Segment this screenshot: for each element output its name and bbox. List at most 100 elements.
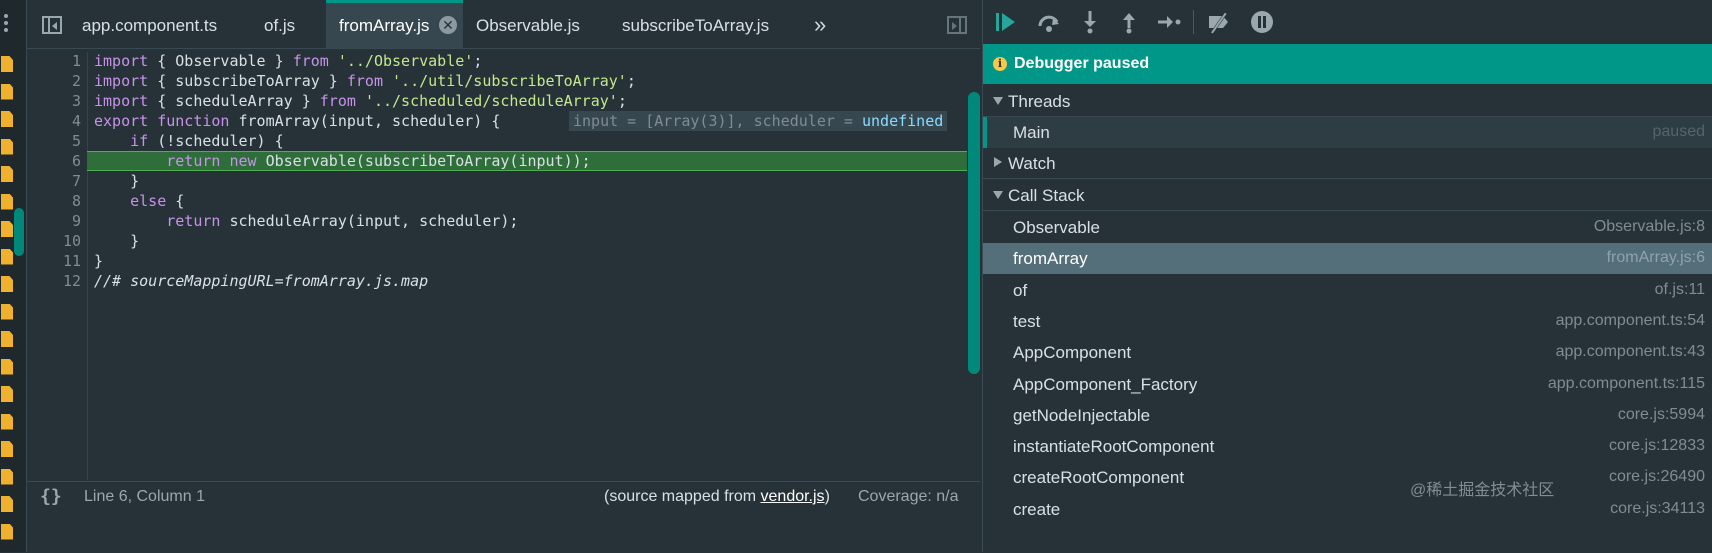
file-icon[interactable] (1, 111, 13, 127)
step-over-icon[interactable] (1035, 8, 1063, 36)
tab-observable-js[interactable]: Observable.js (476, 0, 580, 48)
call-stack-header[interactable]: Call Stack (983, 180, 1712, 211)
file-icon[interactable] (1, 496, 13, 512)
frame-location: of.js:11 (1654, 280, 1705, 298)
call-frame[interactable]: fromArray fromArray.js:6 (983, 243, 1712, 275)
thread-item-main[interactable]: Main paused (983, 117, 1712, 148)
frame-function-name: instantiateRootComponent (1013, 437, 1215, 457)
code-line: 10 } (62, 232, 140, 250)
file-icon[interactable] (1, 276, 13, 292)
deactivate-breakpoints-icon[interactable] (1205, 8, 1233, 36)
call-frame[interactable]: of of.js:11 (983, 275, 1712, 306)
file-icon[interactable] (1, 56, 13, 72)
code-line: 9 return scheduleArray(input, scheduler)… (71, 212, 519, 230)
source-editor: app.component.ts of.js fromArray.js ✕ Ob… (14, 0, 980, 553)
tab-subscribetoarray-js[interactable]: subscribeToArray.js (622, 0, 769, 48)
file-icon[interactable] (1, 386, 13, 402)
frame-location: app.component.ts:54 (1555, 311, 1705, 329)
toggle-debugger-icon[interactable] (947, 16, 967, 34)
close-tab-icon[interactable]: ✕ (439, 16, 457, 34)
frame-location: core.js:12833 (1608, 437, 1705, 455)
frame-function-name: create (1013, 499, 1061, 519)
step-icon[interactable] (1155, 8, 1183, 36)
file-icon[interactable] (1, 468, 13, 485)
paused-label: Debugger paused (1014, 55, 1150, 72)
call-frame[interactable]: instantiateRootComponent core.js:12833 (983, 431, 1712, 462)
call-frame[interactable]: test app.component.ts:54 (983, 306, 1712, 337)
threads-header[interactable]: Threads (983, 86, 1712, 117)
cursor-position: Line 6, Column 1 (84, 488, 205, 505)
debugger-sidebar: i Debugger paused Threads Main paused Wa… (982, 0, 1712, 552)
file-icon[interactable] (1, 358, 13, 375)
code-line: 8 else { (71, 192, 185, 210)
watch-header[interactable]: Watch (983, 148, 1712, 179)
frame-location: core.js:26490 (1608, 468, 1705, 486)
step-out-icon[interactable] (1115, 8, 1143, 36)
file-icon[interactable] (1, 331, 13, 347)
file-icon[interactable] (1, 303, 13, 320)
frame-function-name: AppComponent_Factory (1013, 374, 1198, 394)
line-number[interactable]: 6 (47, 151, 81, 171)
call-frame[interactable]: createRootComponent core.js:26490 (983, 462, 1712, 493)
more-tabs-icon[interactable]: » (814, 0, 826, 48)
expand-triangle-icon (993, 191, 1003, 199)
frame-function-name: fromArray (1013, 249, 1088, 269)
coverage-status: Coverage: n/a (858, 488, 959, 505)
pretty-print-button[interactable]: {} (40, 486, 62, 507)
file-icon[interactable] (1, 441, 13, 457)
code-line: 1 import { Observable } from '../Observab… (71, 52, 483, 70)
step-into-icon[interactable] (1076, 8, 1104, 36)
expand-triangle-icon (993, 97, 1003, 105)
file-navigator-strip (0, 0, 27, 552)
editor-status-bar: {} Line 6, Column 1 (source mapped from … (27, 481, 980, 553)
source-mapped-info: (source mapped from vendor.js) (604, 488, 830, 505)
inline-variable-values: input = [Array(3)], scheduler = undefine… (569, 111, 948, 131)
editor-scrollbar[interactable] (968, 92, 980, 374)
frame-function-name: Observable (1013, 218, 1100, 237)
file-icon[interactable] (1, 413, 13, 430)
code-area[interactable]: 1 import { Observable } from '../Observab… (14, 48, 980, 480)
tab-app-component-ts[interactable]: app.component.ts (82, 0, 217, 48)
call-frame[interactable]: create core.js:34113 (983, 494, 1712, 525)
frame-function-name: createRootComponent (1013, 468, 1185, 488)
collapse-triangle-icon (994, 157, 1002, 167)
vendor-js-link[interactable]: vendor.js (761, 488, 825, 505)
frame-function-name: AppComponent (1013, 343, 1132, 363)
call-frame[interactable]: AppComponent_Factory app.component.ts:115 (983, 369, 1712, 400)
code-line: 11} (62, 252, 104, 270)
frame-function-name: of (1013, 280, 1028, 300)
toggle-navigator-icon[interactable] (42, 16, 62, 34)
frame-function-name: test (1013, 311, 1041, 331)
tab-of-js[interactable]: of.js (264, 0, 295, 48)
watermark: @稀土掘金技术社区 (1410, 482, 1555, 499)
frame-location: core.js:34113 (1610, 499, 1705, 517)
more-options-icon[interactable] (4, 14, 10, 38)
frame-location: app.component.ts:115 (1547, 374, 1705, 392)
frame-location: Observable.js:8 (1593, 218, 1705, 235)
debugger-paused-banner: i Debugger paused (983, 44, 1712, 84)
debugger-toolbar (983, 0, 1712, 44)
call-frame[interactable]: getNodeInjectable core.js:5994 (983, 400, 1712, 431)
tab-fromarray-js[interactable]: fromArray.js ✕ (326, 0, 463, 48)
file-icon[interactable] (1, 83, 13, 100)
file-icon[interactable] (1, 193, 13, 210)
file-icon[interactable] (1, 523, 13, 540)
file-icon[interactable] (1, 166, 13, 182)
resume-icon[interactable] (993, 8, 1021, 36)
file-icon[interactable] (1, 248, 13, 265)
code-line: 3 import { scheduleArray } from '../sched… (71, 92, 627, 110)
toolbar-divider (1193, 10, 1194, 34)
code-line: 7 } (71, 172, 140, 190)
frame-function-name: getNodeInjectable (1013, 405, 1151, 425)
file-icon[interactable] (1, 138, 13, 155)
frame-location: core.js:5994 (1617, 405, 1705, 423)
code-line: 12//# sourceMappingURL=fromArray.js.map (62, 272, 429, 290)
frame-location: fromArray.js:6 (1606, 249, 1705, 267)
info-icon: i (993, 57, 1007, 71)
navigator-scrollbar[interactable] (14, 208, 24, 256)
call-frame[interactable]: Observable Observable.js:8 (983, 212, 1712, 243)
call-frame[interactable]: AppComponent app.component.ts:43 (983, 337, 1712, 368)
file-icon[interactable] (1, 221, 13, 237)
pause-on-exceptions-icon[interactable] (1248, 8, 1276, 36)
tab-label: fromArray.js (339, 16, 430, 35)
